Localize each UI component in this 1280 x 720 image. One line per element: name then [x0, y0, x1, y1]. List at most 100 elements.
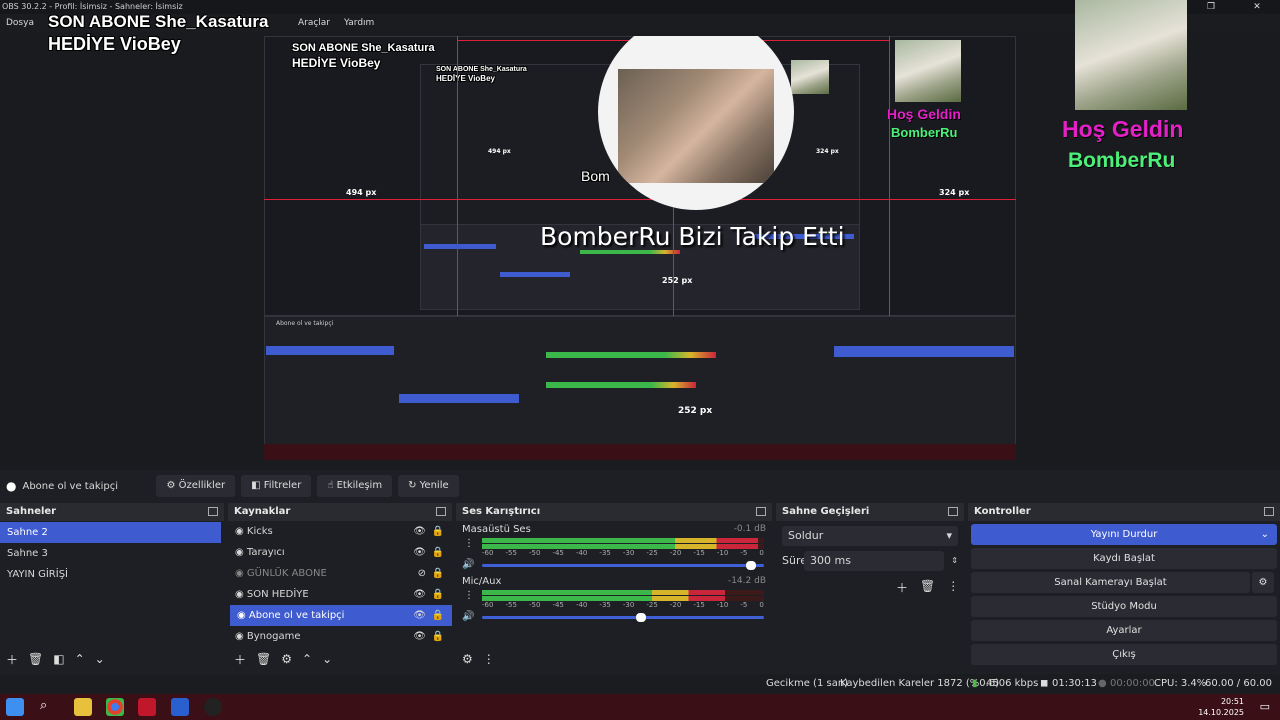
gear-icon[interactable]: ⚙ — [1252, 572, 1274, 593]
signal-icon: ▮ — [972, 678, 978, 689]
maximize-icon[interactable]: ❐ — [1188, 0, 1234, 14]
scene-item[interactable]: Sahne 3 — [0, 543, 224, 564]
scene-item[interactable]: YAYIN GİRİŞİ — [0, 564, 224, 585]
add-icon[interactable]: ＋ — [896, 579, 908, 596]
measure-bottom: 252 px — [678, 406, 713, 416]
eye-icon[interactable]: 👁 — [413, 584, 426, 605]
add-icon[interactable]: ＋ — [234, 651, 246, 668]
stop-stream-button[interactable]: Yayını Durdur ⌄ — [971, 524, 1277, 545]
sources-footer: ＋ 🗑 ⚙ ⌃ ⌄ — [228, 647, 452, 671]
source-gear-icon: ● — [6, 479, 17, 493]
chevron-down-icon[interactable]: ⌄ — [322, 652, 332, 666]
duration-input[interactable]: 300 ms — [804, 551, 944, 571]
volume-slider[interactable] — [482, 613, 764, 622]
tick-label: -55 — [505, 601, 517, 609]
chevron-up-icon[interactable]: ⌃ — [302, 652, 312, 666]
lock-icon[interactable]: 🔒 — [432, 542, 444, 563]
start-virtualcam-button[interactable]: Sanal Kamerayı Başlat ⚙ — [971, 572, 1274, 593]
transition-select[interactable]: Soldur ▾ — [782, 526, 958, 546]
source-item[interactable]: ◉ GÜNLÜK ABONE ⊘ 🔒 — [228, 563, 452, 584]
transitions-title: Sahne Geçişleri — [776, 503, 964, 521]
obs-icon[interactable] — [204, 698, 222, 716]
mixer-footer: ⚙ ⋮ — [456, 647, 772, 671]
search-icon[interactable]: ⌕ — [40, 698, 58, 716]
stepper-icon[interactable]: ⇕ — [951, 551, 958, 571]
nested-taskbar — [264, 444, 1016, 460]
source-item[interactable]: ◉ Bynogame 👁 🔒 — [228, 626, 452, 647]
chevron-down-icon[interactable]: ⌄ — [95, 652, 105, 666]
tick-label: -60 — [482, 549, 494, 557]
menu-araclar[interactable]: Araçlar — [298, 14, 330, 32]
float-icon[interactable] — [948, 507, 958, 516]
float-icon[interactable] — [1264, 507, 1274, 516]
lock-icon[interactable]: 🔒 — [432, 521, 444, 542]
lock-icon[interactable]: 🔒 — [432, 626, 444, 647]
source-item[interactable]: ◉ Abone ol ve takipçi 👁 🔒 — [230, 605, 452, 626]
kebab-icon[interactable]: ⋮ — [483, 652, 495, 666]
menu-yardim[interactable]: Yardım — [344, 14, 374, 32]
start-record-button[interactable]: Kaydı Başlat — [971, 548, 1277, 569]
lock-icon[interactable]: 🔒 — [432, 605, 444, 626]
browser-icon: ◉ — [235, 631, 247, 642]
add-icon[interactable]: ＋ — [6, 651, 18, 668]
file-explorer-icon[interactable] — [74, 698, 92, 716]
windows-start-icon[interactable] — [6, 698, 24, 716]
browser-icon: ◉ — [237, 610, 249, 621]
tick-label: -10 — [716, 601, 729, 609]
refresh-button[interactable]: ↻ Yenile — [398, 475, 459, 497]
exit-button[interactable]: Çıkış — [971, 644, 1277, 665]
scenes-dock: Sahneler Sahne 2 Sahne 3 YAYIN GİRİŞİ ＋ … — [0, 503, 224, 671]
float-icon[interactable] — [208, 507, 218, 516]
gear-icon[interactable]: ⚙ — [281, 652, 292, 666]
float-icon[interactable] — [436, 507, 446, 516]
nested-meter-mic — [546, 382, 696, 388]
app-icon[interactable] — [138, 698, 156, 716]
tick-label: -15 — [693, 601, 705, 609]
measure-right: 324 px — [939, 188, 970, 197]
float-icon[interactable] — [756, 507, 766, 516]
trash-icon[interactable]: 🗑 — [28, 652, 43, 666]
interact-button[interactable]: ☝ Etkileşim — [317, 475, 393, 497]
properties-button[interactable]: ⚙ Özellikler — [156, 475, 236, 497]
eye-icon[interactable]: 👁 — [413, 626, 426, 647]
eye-icon[interactable]: 👁 — [413, 605, 426, 626]
tick-label: -10 — [716, 549, 729, 557]
speaker-icon[interactable]: 🔊 — [462, 559, 474, 570]
preview-canvas[interactable]: SON ABONE She_Kasatura HEDİYE VioBey SON… — [264, 36, 1016, 460]
lock-icon[interactable]: 🔒 — [432, 584, 444, 605]
eye-icon[interactable]: 👁 — [413, 521, 426, 542]
filters-button[interactable]: ◧ Filtreler — [241, 475, 312, 497]
tick-label: -20 — [669, 549, 682, 557]
source-item[interactable]: ◉ Kicks 👁 🔒 — [228, 521, 452, 542]
lock-icon[interactable]: 🔒 — [432, 563, 444, 584]
kebab-icon[interactable]: ⋮ — [464, 538, 474, 549]
scene-item[interactable]: Sahne 2 — [0, 522, 221, 543]
source-item[interactable]: ◉ Tarayıcı 👁 🔒 — [228, 542, 452, 563]
filter-icon[interactable]: ◧ — [53, 652, 64, 666]
menu-dosya[interactable]: Dosya — [6, 14, 34, 32]
trash-icon[interactable]: 🗑 — [920, 579, 935, 596]
docks-area: Sahneler Sahne 2 Sahne 3 YAYIN GİRİŞİ ＋ … — [0, 503, 1280, 671]
eye-icon[interactable]: 👁 — [413, 542, 426, 563]
settings-button[interactable]: Ayarlar — [971, 620, 1277, 641]
chevron-down-icon: ▾ — [946, 529, 952, 542]
kebab-icon[interactable]: ⋮ — [464, 590, 474, 601]
studio-mode-button[interactable]: Stüdyo Modu — [971, 596, 1277, 617]
source-item[interactable]: ◉ SON HEDİYE 👁 🔒 — [228, 584, 452, 605]
app-icon[interactable] — [171, 698, 189, 716]
volume-slider[interactable] — [482, 561, 764, 570]
close-icon[interactable]: ✕ — [1234, 0, 1280, 14]
chevron-up-icon[interactable]: ⌃ — [75, 652, 85, 666]
notification-icon[interactable]: ▭ — [1260, 700, 1270, 713]
controls-dock: Kontroller Yayını Durdur ⌄ Kaydı Başlat S… — [968, 503, 1280, 671]
kebab-icon[interactable]: ⋮ — [947, 579, 959, 596]
trash-icon[interactable]: 🗑 — [256, 652, 271, 666]
speaker-icon[interactable]: 🔊 — [462, 611, 474, 622]
meter-ticks: -60 -55 -50 -45 -40 -35 -30 -25 -20 -15 -10 -5 0 — [482, 601, 764, 609]
gear-icon[interactable]: ⚙ — [462, 652, 473, 666]
eye-hidden-icon[interactable]: ⊘ — [418, 563, 426, 584]
nested-obs-ui — [264, 316, 1016, 460]
level-meter — [482, 590, 764, 595]
tick-label: -40 — [575, 601, 588, 609]
chrome-icon[interactable] — [106, 698, 124, 716]
